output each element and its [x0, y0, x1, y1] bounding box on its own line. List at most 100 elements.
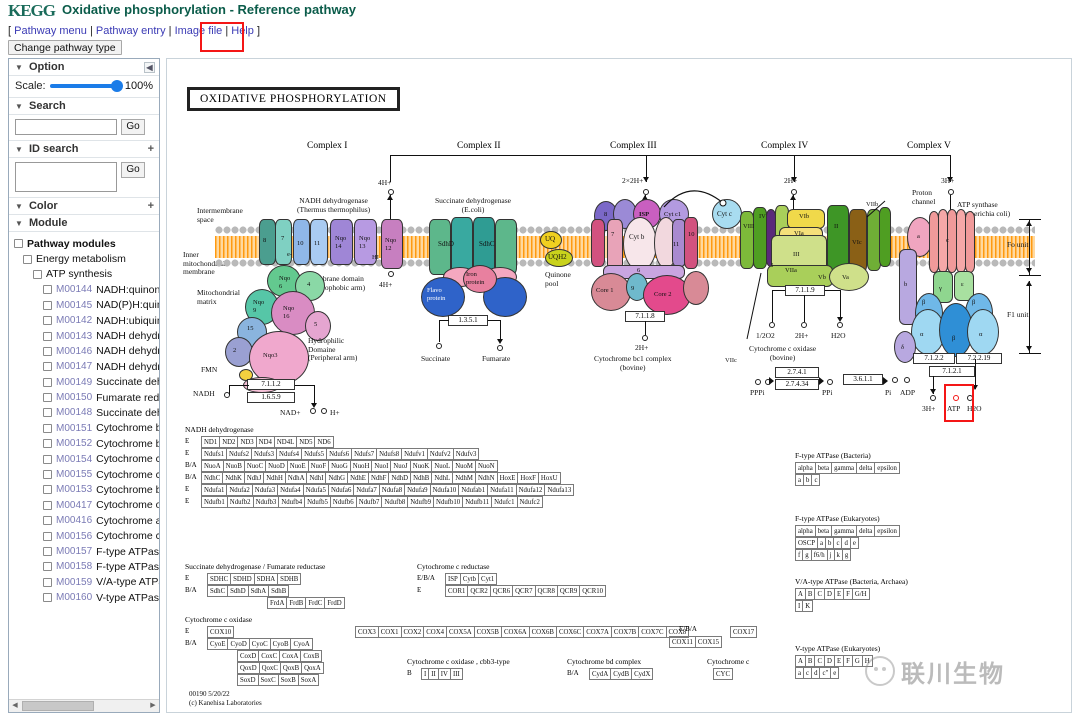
gene-cell[interactable]: alpha — [795, 525, 816, 537]
gene-cell[interactable]: SdhC — [206, 585, 229, 597]
gene-cell[interactable]: Ndufb5 — [304, 496, 331, 508]
panel-header-module[interactable]: ▼ Module — [9, 215, 159, 232]
module-checkbox[interactable] — [14, 239, 23, 249]
gene-cell[interactable]: Ndufb2 — [226, 496, 254, 508]
scrollbar-thumb[interactable] — [22, 701, 94, 711]
module-checkbox[interactable] — [43, 285, 52, 295]
gene-cell[interactable]: HoxE — [496, 472, 519, 484]
gene-cell[interactable]: NuoG — [328, 460, 351, 472]
gene-cell[interactable]: QoxB — [279, 662, 303, 674]
panel-header-search[interactable]: ▼ Search — [9, 98, 159, 115]
module-checkbox[interactable] — [43, 439, 52, 449]
gene-cell[interactable]: SdhB — [268, 585, 290, 597]
gene-cell[interactable]: E — [833, 588, 845, 600]
gene-cell[interactable]: Ndufb3 — [252, 496, 280, 508]
gene-cell[interactable]: NdhE — [347, 472, 369, 484]
gene-cell[interactable]: CoxA — [279, 650, 302, 662]
gene-cell[interactable]: COX2 — [400, 626, 425, 638]
gene-cell[interactable]: Ndufb9 — [407, 496, 435, 508]
gene-cell[interactable]: CoxC — [258, 650, 281, 662]
gene-cell[interactable]: NdhD — [388, 472, 412, 484]
gene-cell[interactable]: QCR6 — [489, 585, 514, 597]
gene-cell[interactable]: NuoA — [201, 460, 224, 472]
gene-cell[interactable]: QCR8 — [534, 585, 558, 597]
gene-cell[interactable]: Ndufb7 — [355, 496, 383, 508]
id-search-input[interactable] — [15, 162, 117, 192]
ec-1-3-5-1[interactable]: 1.3.5.1 — [448, 315, 488, 326]
gene-cell[interactable]: A — [795, 655, 806, 667]
gene-cell[interactable]: C — [814, 588, 825, 600]
gene-cell[interactable]: COX6C — [555, 626, 585, 638]
module-checkbox[interactable] — [33, 269, 42, 279]
module-row[interactable]: M00154 Cytochrome c oxi — [9, 451, 159, 466]
module-id[interactable]: M00154 — [56, 454, 92, 465]
module-id[interactable]: M00143 — [56, 331, 92, 342]
gene-cell[interactable]: I — [420, 668, 430, 680]
gene-cell[interactable]: HoxU — [537, 472, 561, 484]
gene-cell[interactable]: CyoC — [248, 638, 271, 650]
gene-cell[interactable]: C — [814, 655, 825, 667]
gene-cell[interactable]: COX1 — [377, 626, 402, 638]
gene-cell[interactable]: COX6A — [500, 626, 530, 638]
change-pathway-type-button[interactable]: Change pathway type — [8, 40, 122, 55]
gene-cell[interactable]: SDHC — [206, 573, 232, 585]
gene-cell[interactable]: c — [833, 537, 843, 549]
gene-cell[interactable]: NuoM — [452, 460, 476, 472]
gene-cell[interactable]: Ndufv1 — [401, 448, 428, 460]
module-id[interactable]: M00153 — [56, 484, 92, 495]
scale-slider[interactable] — [49, 80, 123, 92]
gene-cell[interactable]: QoxA — [301, 662, 324, 674]
gene-cell[interactable]: NdhN — [474, 472, 498, 484]
gene-cell[interactable]: FrdB — [286, 597, 307, 609]
module-checkbox[interactable] — [43, 531, 52, 541]
gene-cell[interactable]: ND1 — [200, 436, 221, 448]
gene-cell[interactable]: Ndufb10 — [433, 496, 464, 508]
module-id[interactable]: M00160 — [56, 592, 92, 603]
gene-cell[interactable]: SoxB — [277, 674, 299, 686]
gene-cell[interactable]: Ndufs7 — [351, 448, 378, 460]
gene-cell[interactable]: f — [794, 549, 804, 561]
metabolite-h2o[interactable]: H2O — [831, 331, 846, 341]
module-id[interactable]: M00159 — [56, 577, 92, 588]
gene-cell[interactable]: COX5A — [446, 626, 475, 638]
gene-cell[interactable]: Ndufa2 — [226, 484, 253, 496]
ec-7-1-1-9[interactable]: 7.1.1.9 — [785, 285, 825, 296]
gene-cell[interactable]: NuoB — [222, 460, 245, 472]
gene-cell[interactable]: Cyt1 — [478, 573, 498, 585]
gene-cell[interactable]: ND3 — [237, 436, 257, 448]
gene-cell[interactable]: NuoD — [265, 460, 288, 472]
metabolite-nadh[interactable]: NADH — [193, 389, 215, 399]
module-id[interactable]: M00146 — [56, 346, 92, 357]
gene-cell[interactable]: k — [833, 549, 843, 561]
module-row[interactable]: M00151 Cytochrome bc1 — [9, 421, 159, 436]
gene-cell[interactable]: COX7A — [583, 626, 612, 638]
gene-cell[interactable]: FrdA — [266, 597, 288, 609]
module-id[interactable]: M00142 — [56, 315, 92, 326]
module-row[interactable]: M00160 V-type ATPase, eu — [9, 590, 159, 605]
gene-cell[interactable]: COX5B — [473, 626, 502, 638]
gene-cell[interactable]: NuoL — [431, 460, 454, 472]
subunit-ii[interactable] — [827, 205, 849, 271]
gene-cell[interactable]: epsilon — [874, 462, 900, 474]
gene-cell[interactable]: G — [851, 655, 863, 667]
gene-cell[interactable]: CydX — [631, 668, 654, 680]
panel-header-option[interactable]: ▼ Option ◀ — [9, 59, 159, 76]
ec-3-6-1-1[interactable]: 3.6.1.1 — [843, 374, 883, 385]
module-row[interactable]: M00148 Succinate dehydr — [9, 405, 159, 420]
module-checkbox[interactable] — [43, 377, 52, 387]
gene-cell[interactable]: E — [833, 655, 845, 667]
gene-cell[interactable]: CYC — [713, 668, 733, 680]
gene-cell[interactable]: SoxD — [237, 674, 259, 686]
gene-cell[interactable]: Ndufa6 — [327, 484, 355, 496]
gene-cell[interactable]: SoxC — [257, 674, 279, 686]
link-pathway-entry[interactable]: Pathway entry — [96, 25, 166, 37]
gene-cell[interactable]: SDHB — [277, 573, 302, 585]
gene-cell[interactable]: NdhF — [367, 472, 390, 484]
ec-7-1-1-2[interactable]: 7.1.1.2 — [247, 379, 295, 390]
gene-cell[interactable]: NdhK — [222, 472, 245, 484]
module-id[interactable]: M00155 — [56, 469, 92, 480]
expand-icon[interactable]: + — [148, 141, 154, 158]
module-row[interactable]: M00417 Cytochrome o ub — [9, 498, 159, 513]
gene-cell[interactable]: Ndufc1 — [491, 496, 518, 508]
gene-cell[interactable]: NdhG — [325, 472, 349, 484]
